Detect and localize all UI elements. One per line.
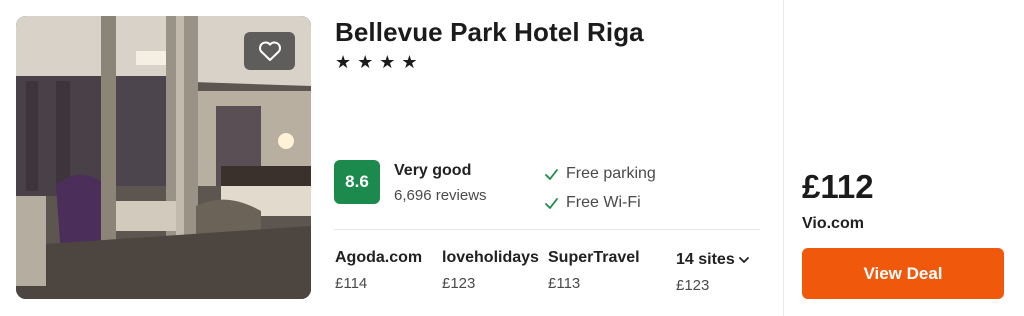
chevron-down-icon: [739, 257, 750, 263]
hotel-photo[interactable]: [16, 16, 311, 299]
save-to-favorites-button[interactable]: [244, 32, 295, 70]
review-score-badge[interactable]: 8.6: [334, 160, 380, 204]
site-name: SuperTravel: [548, 249, 640, 266]
review-count[interactable]: 6,696 reviews: [394, 187, 487, 204]
more-sites-toggle[interactable]: 14 sites: [676, 251, 750, 269]
site-price: £114: [335, 275, 368, 292]
site-name: loveholidays: [442, 249, 539, 266]
star-icon: ★: [357, 52, 374, 72]
check-icon: [545, 197, 558, 209]
amenity-item: Free parking: [544, 165, 656, 183]
star-rating: ★ ★ ★ ★: [335, 52, 418, 72]
hotel-result-card: Bellevue Park Hotel Riga ★ ★ ★ ★ 8.6 Ver…: [0, 0, 1024, 316]
more-sites-price: £123: [676, 277, 710, 294]
site-price: £113: [548, 275, 581, 292]
hotel-name-link[interactable]: Bellevue Park Hotel Riga: [335, 17, 644, 48]
more-sites-label: 14 sites: [676, 251, 735, 268]
amenity-item: Free Wi-Fi: [544, 194, 641, 212]
more-sites-dropdown[interactable]: 14 sites £123: [676, 251, 750, 294]
heart-icon: [258, 41, 281, 61]
rating-label[interactable]: Very good: [394, 162, 471, 180]
column-divider: [783, 0, 784, 316]
check-icon: [545, 168, 558, 180]
site-offer[interactable]: SuperTravel £113: [548, 249, 640, 292]
site-offer[interactable]: loveholidays £123: [442, 249, 539, 292]
star-icon: ★: [401, 52, 418, 72]
site-offer[interactable]: Agoda.com £114: [335, 249, 422, 292]
star-icon: ★: [335, 52, 352, 72]
best-price[interactable]: £112: [802, 168, 874, 206]
site-name: Agoda.com: [335, 249, 423, 266]
amenity-label: Free Wi-Fi: [566, 194, 641, 211]
view-deal-button[interactable]: View Deal: [802, 248, 1004, 299]
site-price: £123: [442, 275, 476, 292]
divider: [334, 229, 760, 230]
star-icon: ★: [379, 52, 396, 72]
amenity-label: Free parking: [566, 165, 656, 182]
deal-provider[interactable]: Vio.com: [802, 215, 864, 233]
